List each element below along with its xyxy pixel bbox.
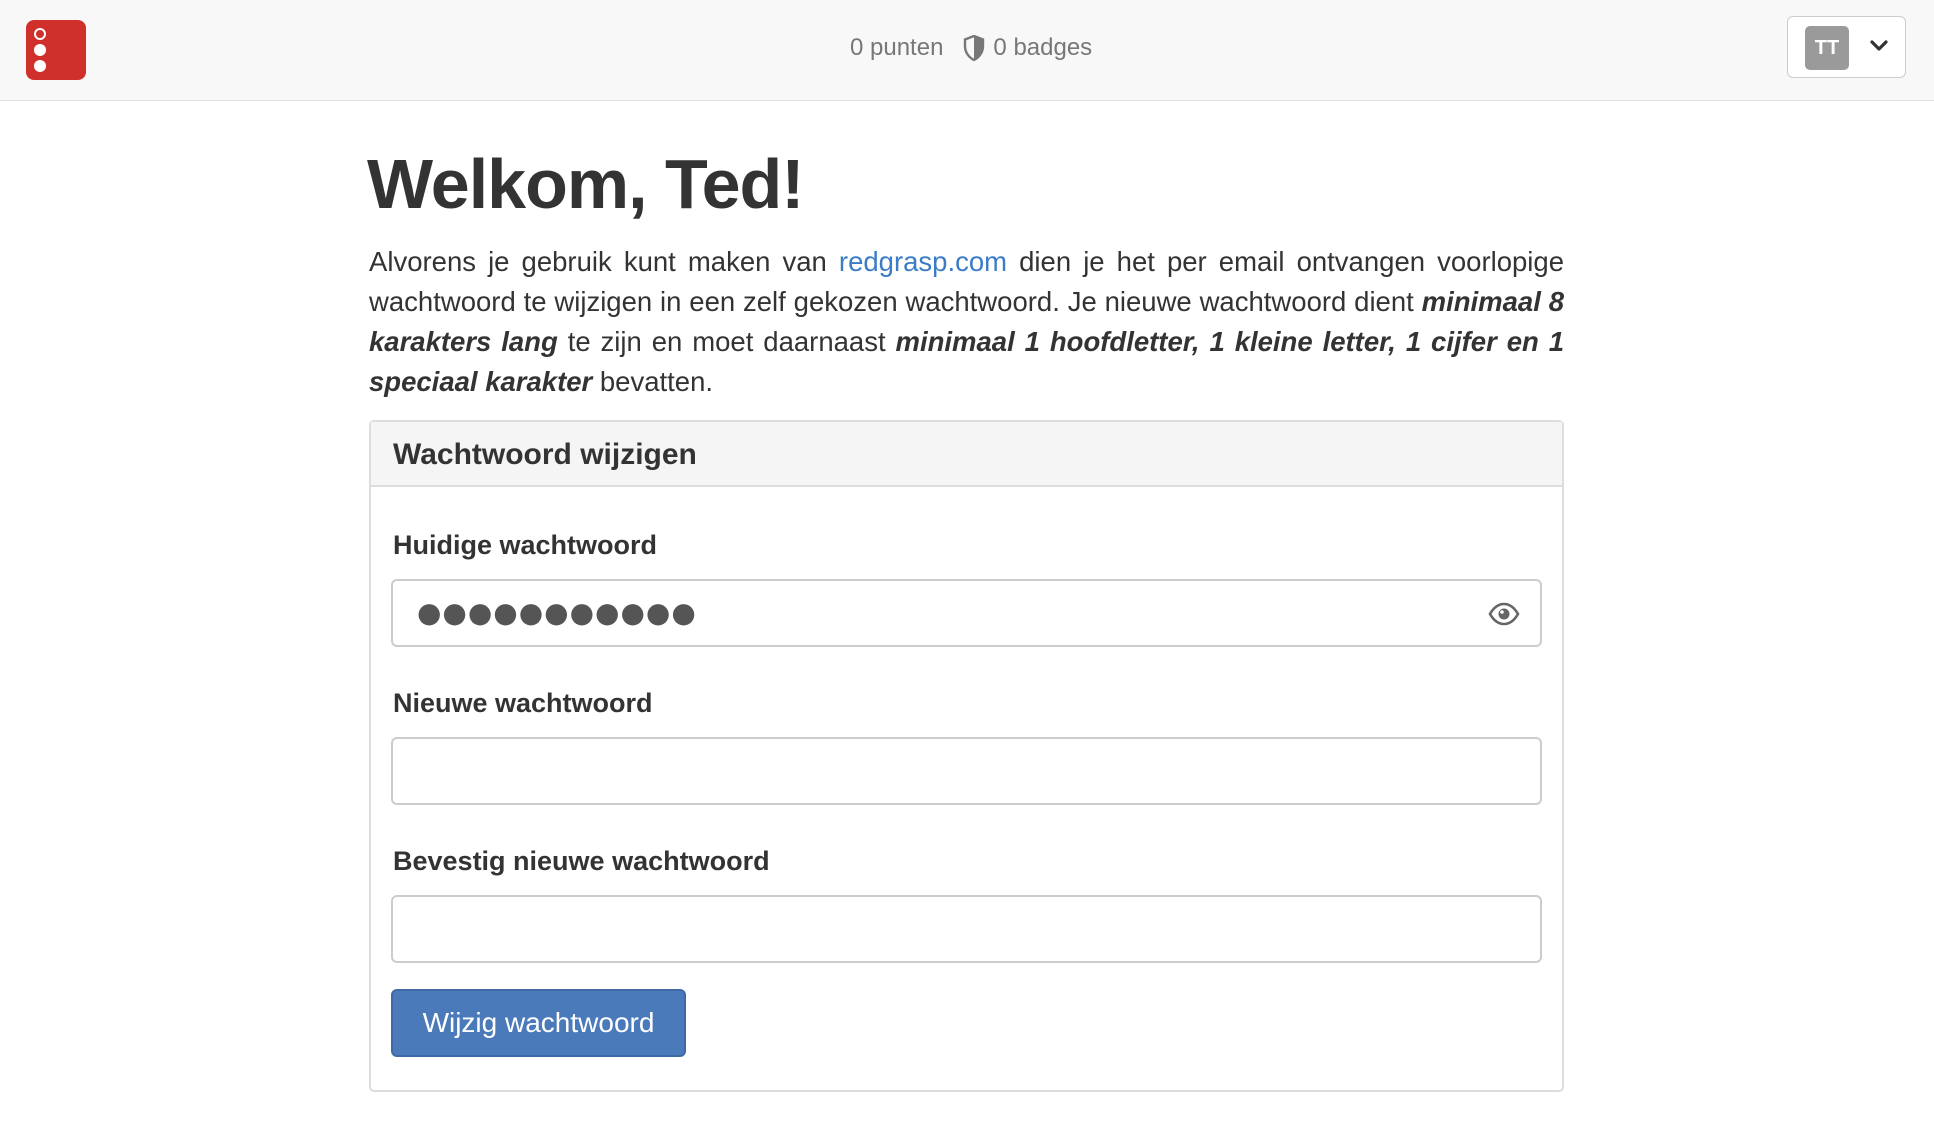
points-count: 0 punten	[850, 34, 944, 61]
eye-icon[interactable]	[1488, 602, 1520, 626]
page-title: Welkom, Ted!	[367, 145, 805, 223]
intro-text: Alvorens je gebruik kunt maken van redgr…	[369, 242, 1564, 402]
user-stats: 0 punten 0 badges	[850, 34, 1092, 62]
avatar: TT	[1805, 26, 1849, 70]
intro-text-part: Alvorens je gebruik kunt maken van	[369, 246, 839, 277]
user-menu-dropdown[interactable]: TT	[1787, 16, 1906, 78]
current-password-input[interactable]: ●●●●●●●●●●●	[391, 579, 1542, 647]
new-password-input[interactable]	[391, 737, 1542, 805]
top-navbar: 0 punten 0 badges TT	[0, 0, 1934, 101]
change-password-panel: Wachtwoord wijzigen Huidige wachtwoord ●…	[369, 420, 1564, 1092]
app-logo[interactable]	[26, 20, 86, 80]
logo-dot-icon	[34, 28, 46, 40]
intro-text-part: bevatten.	[592, 366, 714, 397]
logo-dot-icon	[34, 44, 46, 56]
intro-text-part: te zijn en moet daarnaast	[557, 326, 896, 357]
current-password-value: ●●●●●●●●●●●	[417, 596, 697, 629]
redgrasp-link[interactable]: redgrasp.com	[839, 246, 1007, 277]
logo-dot-icon	[34, 60, 46, 72]
new-password-label: Nieuwe wachtwoord	[393, 688, 653, 718]
change-password-button[interactable]: Wijzig wachtwoord	[391, 989, 686, 1057]
confirm-password-input[interactable]	[391, 895, 1542, 963]
panel-heading: Wachtwoord wijzigen	[371, 422, 1562, 487]
current-password-label: Huidige wachtwoord	[393, 530, 658, 560]
chevron-down-icon	[1870, 40, 1888, 51]
confirm-password-label: Bevestig nieuwe wachtwoord	[393, 846, 770, 876]
badges-label: 0 badges	[993, 34, 1093, 61]
shield-icon	[964, 35, 985, 61]
badges-count: 0 badges	[963, 34, 1092, 62]
